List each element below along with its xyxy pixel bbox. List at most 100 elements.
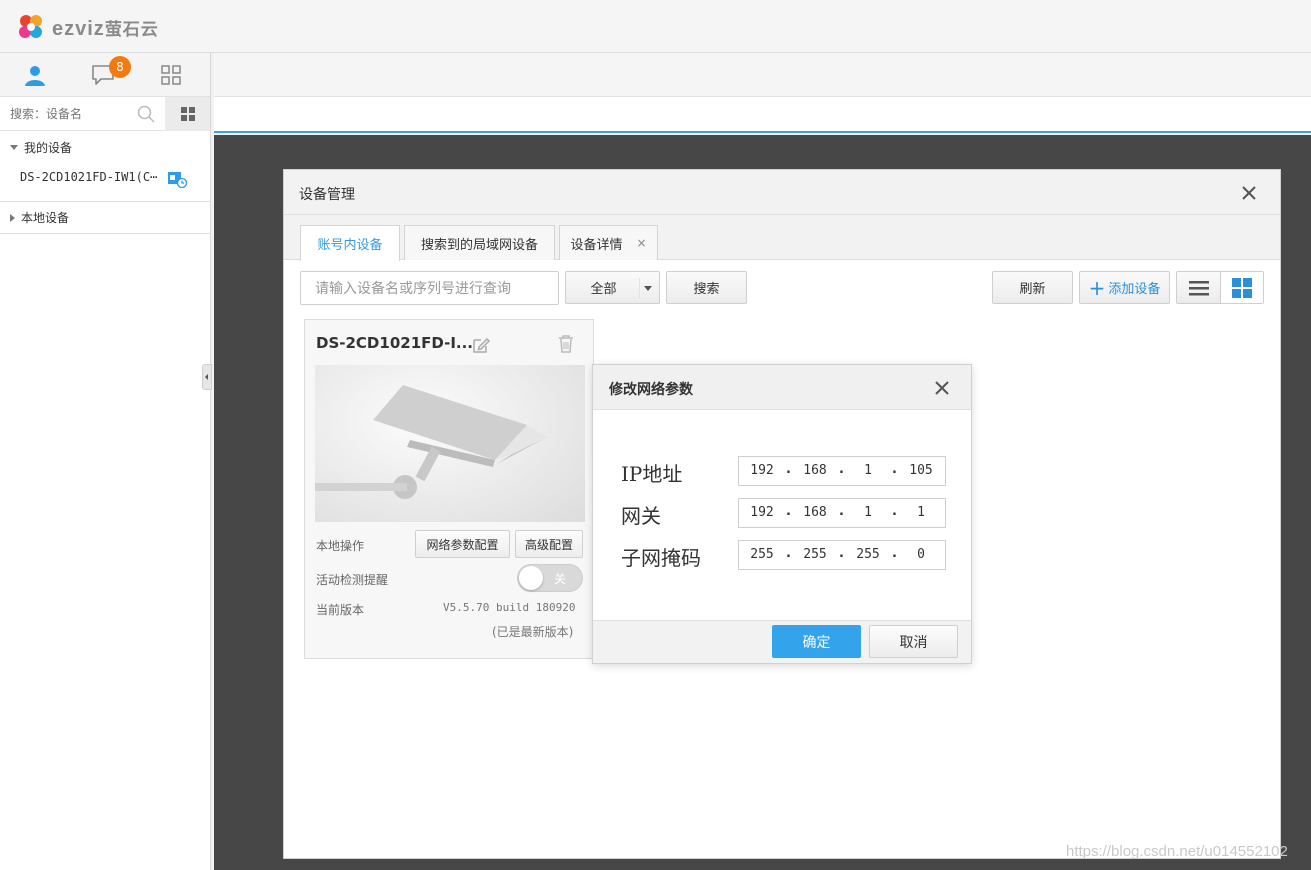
card-view-button[interactable] xyxy=(1220,271,1264,304)
search-icon[interactable] xyxy=(137,105,155,123)
ip-address-field[interactable]: 192 . 168 . 1 . 105 xyxy=(738,456,946,486)
ezviz-logo-icon xyxy=(19,15,42,38)
group-my-devices[interactable]: 我的设备 xyxy=(0,131,210,164)
ip-dot: . xyxy=(786,546,791,561)
ip-octet[interactable]: 168 xyxy=(795,463,835,478)
dialog-tabs: 账号内设备 搜索到的局域网设备 设备详情 × xyxy=(284,215,1280,261)
user-icon xyxy=(25,66,45,86)
close-icon[interactable] xyxy=(931,377,953,399)
ip-dot: . xyxy=(892,504,897,519)
chevron-left-icon xyxy=(205,374,208,380)
sidebar-search-row xyxy=(0,97,210,131)
camera-placeholder-icon xyxy=(315,385,547,499)
tab-apps[interactable] xyxy=(136,53,206,97)
content-toolbar xyxy=(214,53,1311,97)
tab-device-details[interactable]: 设备详情 × xyxy=(559,225,658,260)
ip-octet[interactable]: 105 xyxy=(901,463,941,478)
tab-devices[interactable] xyxy=(0,53,70,97)
top-bar: ezviz萤石云 xyxy=(0,0,1311,53)
ip-dot: . xyxy=(892,462,897,477)
ip-octet[interactable]: 1 xyxy=(848,505,888,520)
version-label: 当前版本 xyxy=(316,603,365,617)
collapse-arrow-icon xyxy=(10,213,15,222)
chevron-down-icon xyxy=(644,286,652,291)
tab-lan-devices[interactable]: 搜索到的局域网设备 xyxy=(404,225,555,260)
watermark-text: https://blog.csdn.net/u014552102 xyxy=(1066,843,1288,860)
dialog-header: 设备管理 xyxy=(284,170,1280,215)
advanced-config-button[interactable]: 高级配置 xyxy=(515,530,583,558)
ip-octet[interactable]: 168 xyxy=(795,505,835,520)
search-button[interactable]: 搜索 xyxy=(666,271,747,304)
ip-octet[interactable]: 255 xyxy=(742,547,782,562)
device-name: DS-2CD1021FD-I... xyxy=(316,334,474,352)
version-value: V5.5.70 build 180920 xyxy=(443,601,576,614)
brand-name: ezviz萤石云 xyxy=(52,15,159,41)
add-device-button[interactable]: + 添加设备 xyxy=(1079,271,1170,304)
tab-label: 设备详情 xyxy=(570,237,623,253)
sidebar-collapse-handle[interactable] xyxy=(202,364,212,390)
network-params-dialog: 修改网络参数 IP地址 192 . 168 . 1 . 105 网关 192 .… xyxy=(592,364,972,664)
ip-octet[interactable]: 192 xyxy=(742,463,782,478)
ip-dot: . xyxy=(839,504,844,519)
filter-select[interactable]: 全部 xyxy=(565,271,660,304)
tab-label: 搜索到的局域网设备 xyxy=(420,237,538,253)
close-icon[interactable] xyxy=(1238,182,1260,204)
ip-dot: . xyxy=(892,546,897,561)
cancel-button[interactable]: 取消 xyxy=(869,625,958,658)
device-card: DS-2CD1021FD-I... 本地操作 网络参数配置 高级配置 活动检测提… xyxy=(304,319,594,659)
device-list-item[interactable]: DS-2CD1021FD-IW1(C⋯ xyxy=(20,170,157,184)
ip-octet[interactable]: 192 xyxy=(742,505,782,520)
group-local-devices[interactable]: 本地设备 xyxy=(0,201,210,234)
motion-alert-toggle[interactable]: 关 xyxy=(517,564,583,592)
version-note: (已是最新版本) xyxy=(492,625,574,639)
ip-octet[interactable]: 1 xyxy=(848,463,888,478)
sidebar-tabs: 8 xyxy=(0,53,210,97)
local-ops-label: 本地操作 xyxy=(316,539,365,553)
dialog-title: 设备管理 xyxy=(299,187,355,203)
grid-icon xyxy=(180,107,195,121)
ip-octet[interactable]: 0 xyxy=(901,547,941,562)
ip-dot: . xyxy=(786,504,791,519)
ip-dot: . xyxy=(786,462,791,477)
filter-select-value: 全部 xyxy=(590,282,617,297)
brand-name-cn: 萤石云 xyxy=(104,20,159,39)
net-dialog-header: 修改网络参数 xyxy=(593,365,971,410)
edit-icon[interactable] xyxy=(471,335,491,355)
content-tab-strip xyxy=(214,97,1311,133)
ip-dot: . xyxy=(839,546,844,561)
device-playback-icon[interactable] xyxy=(167,170,187,188)
trash-icon[interactable] xyxy=(557,334,575,354)
gateway-label: 网关 xyxy=(621,504,661,528)
sidebar: 8 我的设备 DS-2CD1021FD-IW1(C⋯ xyxy=(0,53,211,870)
plus-icon: + xyxy=(1088,275,1106,300)
confirm-button[interactable]: 确定 xyxy=(772,625,861,658)
device-thumbnail[interactable] xyxy=(315,365,585,522)
tab-label: 账号内设备 xyxy=(317,238,383,253)
device-query-input[interactable]: 请输入设备名或序列号进行查询 xyxy=(300,271,559,305)
list-view-button[interactable] xyxy=(1176,271,1221,304)
toggle-knob xyxy=(519,566,543,590)
ip-octet[interactable]: 255 xyxy=(848,547,888,562)
brand-name-latin: ezviz xyxy=(52,18,105,40)
motion-alert-label: 活动检测提醒 xyxy=(316,573,389,587)
refresh-button[interactable]: 刷新 xyxy=(992,271,1073,304)
add-device-label: 添加设备 xyxy=(1108,282,1161,297)
tab-close-icon[interactable]: × xyxy=(636,236,646,250)
select-divider xyxy=(639,278,640,298)
view-grid-button[interactable] xyxy=(165,97,210,131)
expand-arrow-icon xyxy=(10,145,18,150)
net-dialog-title: 修改网络参数 xyxy=(609,382,693,398)
ip-dot: . xyxy=(839,462,844,477)
group-label: 本地设备 xyxy=(21,211,70,225)
ip-octet[interactable]: 255 xyxy=(795,547,835,562)
tab-account-devices[interactable]: 账号内设备 xyxy=(300,225,400,261)
apps-grid-icon xyxy=(161,65,181,85)
network-config-button[interactable]: 网络参数配置 xyxy=(415,530,510,558)
ip-octet[interactable]: 1 xyxy=(901,505,941,520)
list-view-icon xyxy=(1188,280,1209,295)
subnet-mask-field[interactable]: 255 . 255 . 255 . 0 xyxy=(738,540,946,570)
toggle-state-text: 关 xyxy=(554,572,567,586)
card-view-icon xyxy=(1232,277,1252,298)
gateway-field[interactable]: 192 . 168 . 1 . 1 xyxy=(738,498,946,528)
group-label: 我的设备 xyxy=(24,141,73,155)
